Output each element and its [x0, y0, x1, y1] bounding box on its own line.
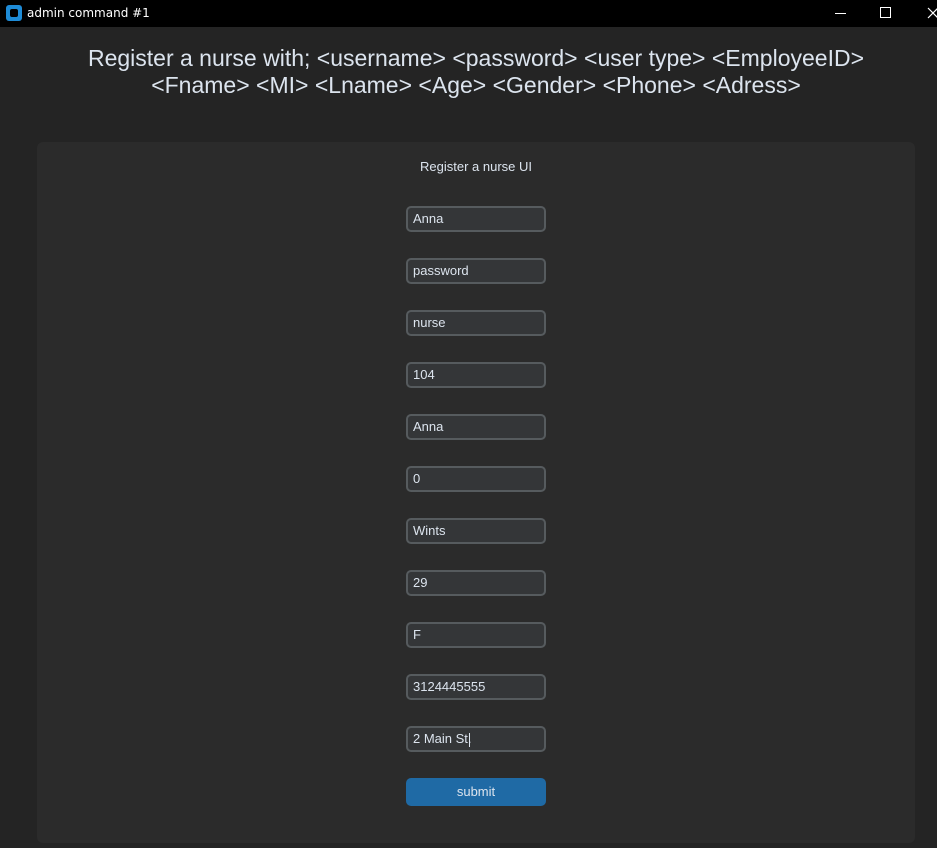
phone-field[interactable] — [406, 674, 546, 700]
mi-field[interactable] — [406, 466, 546, 492]
lname-field[interactable] — [406, 518, 546, 544]
page-heading: Register a nurse with; <username> <passw… — [0, 45, 937, 99]
employee-id-field[interactable] — [406, 362, 546, 388]
app-window: admin command #1 Register a nurse with; … — [0, 0, 937, 848]
maximize-icon — [880, 7, 891, 18]
window-title: admin command #1 — [27, 6, 150, 20]
minimize-icon — [835, 13, 846, 14]
close-icon — [927, 7, 937, 19]
submit-button[interactable]: submit — [406, 778, 546, 806]
heading-line-2: <Fname> <MI> <Lname> <Age> <Gender> <Pho… — [151, 72, 801, 98]
form-title: Register a nurse UI — [420, 159, 532, 174]
gender-field[interactable] — [406, 622, 546, 648]
password-field[interactable] — [406, 258, 546, 284]
username-field[interactable] — [406, 206, 546, 232]
user-type-field[interactable] — [406, 310, 546, 336]
form-panel: Register a nurse UI submit — [37, 142, 915, 843]
close-button[interactable] — [909, 0, 937, 27]
text-cursor — [469, 733, 470, 747]
app-icon — [6, 5, 22, 21]
fname-field[interactable] — [406, 414, 546, 440]
heading-line-1: Register a nurse with; <username> <passw… — [87, 45, 865, 71]
title-bar[interactable]: admin command #1 — [0, 0, 937, 27]
age-field[interactable] — [406, 570, 546, 596]
maximize-button[interactable] — [864, 0, 908, 27]
minimize-button[interactable] — [819, 0, 863, 27]
address-field[interactable] — [406, 726, 546, 752]
